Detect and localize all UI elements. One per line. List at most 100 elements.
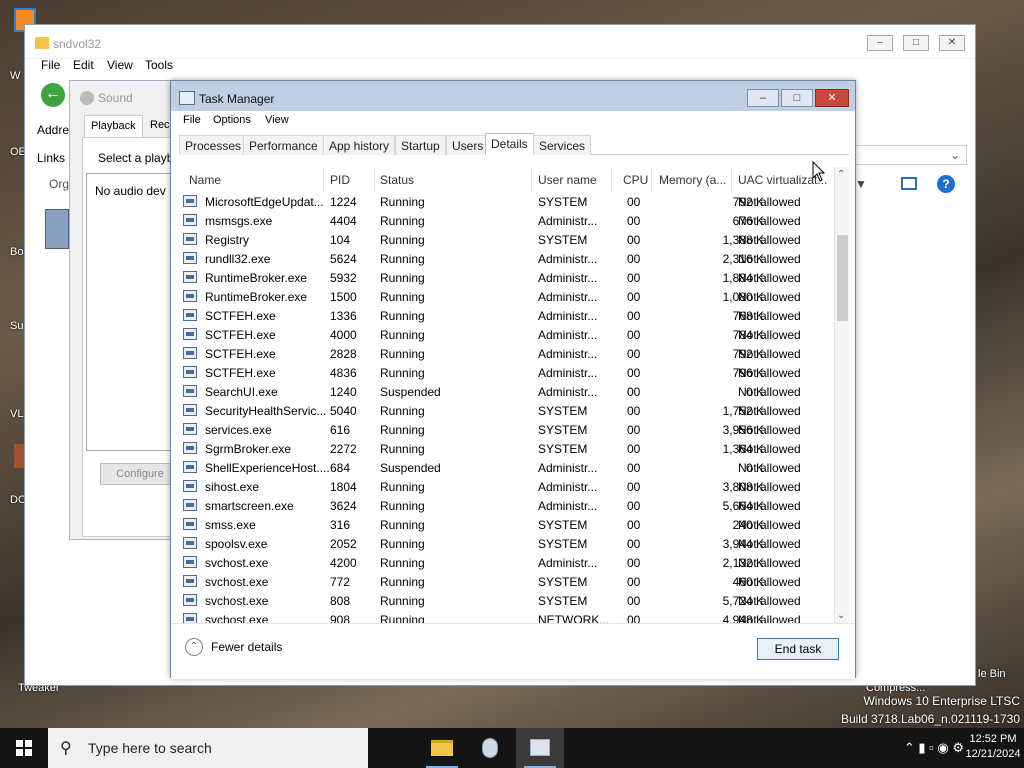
process-name: ShellExperienceHost....	[205, 461, 330, 475]
tab-processes[interactable]: Processes	[179, 135, 248, 155]
table-row[interactable]: Registry 104 Running SYSTEM 00 1,388 K Not all…	[179, 230, 834, 249]
explorer-menu-tools[interactable]: Tools	[145, 58, 173, 72]
table-row[interactable]: SCTFEH.exe 2828 Running Administr... 00 792 K…	[179, 344, 834, 363]
close-button[interactable]: ✕	[815, 89, 849, 107]
column-memory[interactable]: Memory (a...	[659, 173, 726, 187]
table-row[interactable]: svchost.exe 4200 Running Administr... 00 2,13…	[179, 553, 834, 572]
explorer-minimize-button[interactable]: –	[867, 35, 893, 51]
table-row[interactable]: spoolsv.exe 2052 Running SYSTEM 00 3,944 K Not…	[179, 534, 834, 553]
table-row[interactable]: msmsgs.exe 4404 Running Administr... 00 676 K…	[179, 211, 834, 230]
table-row[interactable]: svchost.exe 808 Running SYSTEM 00 5,724 K Not …	[179, 591, 834, 610]
process-status: Running	[380, 366, 425, 380]
process-name: svchost.exe	[205, 556, 269, 570]
table-row[interactable]: RuntimeBroker.exe 5932 Running Administr...…	[179, 268, 834, 287]
tab-details[interactable]: Details	[485, 133, 534, 155]
back-arrow-icon[interactable]: ←	[41, 83, 65, 107]
scroll-down-icon[interactable]: ⌄	[837, 610, 845, 621]
process-name: SecurityHealthServic...	[205, 404, 327, 418]
vertical-scrollbar[interactable]: ⌃ ⌄	[834, 167, 849, 623]
desktop-label-recycle: le Bin	[978, 668, 1006, 680]
process-name: SCTFEH.exe	[205, 309, 276, 323]
process-pid: 3624	[330, 499, 357, 513]
view-options-icon[interactable]: ▼	[855, 177, 867, 191]
process-icon	[183, 214, 197, 226]
configure-button[interactable]: Configure	[100, 463, 180, 485]
process-user: SYSTEM	[538, 575, 588, 589]
table-row[interactable]: MicrosoftEdgeUpdat... 1224 Running SYSTEM 00…	[179, 192, 834, 211]
tab-users[interactable]: Users	[446, 135, 490, 155]
scroll-up-icon[interactable]: ⌃	[837, 169, 845, 180]
tab-performance[interactable]: Performance	[243, 135, 324, 155]
table-row[interactable]: SecurityHealthServic... 5040 Running SYSTEM…	[179, 401, 834, 420]
end-task-button[interactable]: End task	[757, 638, 839, 660]
start-button[interactable]	[0, 728, 48, 768]
table-row[interactable]: SCTFEH.exe 4000 Running Administr... 00 784 K…	[179, 325, 834, 344]
process-name: RuntimeBroker.exe	[205, 271, 308, 285]
menu-file[interactable]: File	[183, 114, 201, 126]
table-row[interactable]: RuntimeBroker.exe 1500 Running Administr...…	[179, 287, 834, 306]
tab-services[interactable]: Services	[533, 135, 592, 155]
search-box[interactable]: ⚲ Type here to search	[48, 728, 368, 768]
process-pid: 316	[330, 518, 351, 532]
preview-pane-icon[interactable]	[901, 177, 917, 190]
explorer-menu-view[interactable]: View	[107, 58, 133, 72]
maximize-button[interactable]: □	[781, 89, 813, 107]
column-cpu[interactable]: CPU	[623, 173, 648, 187]
process-user: Administr...	[538, 385, 598, 399]
explorer-maximize-button[interactable]: □	[903, 35, 929, 51]
menu-view[interactable]: View	[265, 114, 289, 126]
table-row[interactable]: smartscreen.exe 3624 Running Administr... 00…	[179, 496, 834, 515]
table-row[interactable]: smss.exe 316 Running SYSTEM 00 240 K Not allow…	[179, 515, 834, 534]
process-cpu: 00	[627, 290, 641, 304]
taskbar-app[interactable]	[466, 728, 514, 768]
explorer-menu-file[interactable]: File	[41, 58, 60, 72]
system-tray-icons[interactable]: ⌃ ▮ ▫ ◉ ⚙	[904, 740, 964, 756]
table-row[interactable]: services.exe 616 Running SYSTEM 00 3,956 K Not…	[179, 420, 834, 439]
tab-app-history[interactable]: App history	[323, 135, 396, 155]
clock[interactable]: 12:52 PM 12/21/2024	[964, 732, 1022, 762]
table-row[interactable]: sihost.exe 1804 Running Administr... 00 3,808…	[179, 477, 834, 496]
explorer-close-button[interactable]: ✕	[939, 35, 965, 51]
table-row[interactable]: SCTFEH.exe 1336 Running Administr... 00 768 K…	[179, 306, 834, 325]
process-status: Running	[380, 556, 425, 570]
column-divider	[651, 169, 652, 191]
process-uac: Not allowed	[738, 233, 801, 247]
address-dropdown[interactable]: ⌄	[837, 145, 967, 165]
process-pid: 1240	[330, 385, 357, 399]
column-name[interactable]: Name	[189, 173, 221, 187]
explorer-menu-edit[interactable]: Edit	[73, 58, 94, 72]
process-uac: Not allowed	[738, 271, 801, 285]
table-row[interactable]: SgrmBroker.exe 2272 Running SYSTEM 00 1,364 K…	[179, 439, 834, 458]
minimize-button[interactable]: –	[747, 89, 779, 107]
process-uac: Not allowed	[738, 423, 801, 437]
process-status: Running	[380, 328, 425, 342]
column-status[interactable]: Status	[380, 173, 414, 187]
task-manager-menubar: File Options View	[171, 111, 855, 131]
process-user: SYSTEM	[538, 404, 588, 418]
table-row[interactable]: svchost.exe 908 Running NETWORK... 00 4,948 K…	[179, 610, 834, 623]
process-status: Running	[380, 233, 425, 247]
taskbar-file-explorer[interactable]	[418, 728, 466, 768]
table-row[interactable]: svchost.exe 772 Running SYSTEM 00 460 K Not al…	[179, 572, 834, 591]
links-label[interactable]: Links	[37, 151, 65, 165]
table-row[interactable]: SearchUI.exe 1240 Suspended Administr... 00 0…	[179, 382, 834, 401]
process-user: Administr...	[538, 480, 598, 494]
tab-startup[interactable]: Startup	[395, 135, 446, 155]
column-user-name[interactable]: User name	[538, 173, 597, 187]
help-icon[interactable]: ?	[937, 175, 955, 193]
process-status: Running	[380, 613, 425, 623]
tab-playback[interactable]: Playback	[84, 115, 143, 137]
menu-options[interactable]: Options	[213, 114, 251, 126]
process-uac: Not allowed	[738, 214, 801, 228]
process-user: Administr...	[538, 328, 598, 342]
column-pid[interactable]: PID	[330, 173, 350, 187]
sound-title: Sound	[98, 91, 133, 105]
scroll-thumb[interactable]	[837, 235, 848, 321]
organize-label[interactable]: Org	[49, 177, 69, 191]
process-cpu: 00	[627, 366, 641, 380]
table-row[interactable]: SCTFEH.exe 4836 Running Administr... 00 796 K…	[179, 363, 834, 382]
taskbar-task-manager[interactable]	[516, 728, 564, 768]
table-row[interactable]: rundll32.exe 5624 Running Administr... 00 2,3…	[179, 249, 834, 268]
process-user: NETWORK...	[538, 613, 610, 623]
table-row[interactable]: ShellExperienceHost.... 684 Suspended Admin…	[179, 458, 834, 477]
